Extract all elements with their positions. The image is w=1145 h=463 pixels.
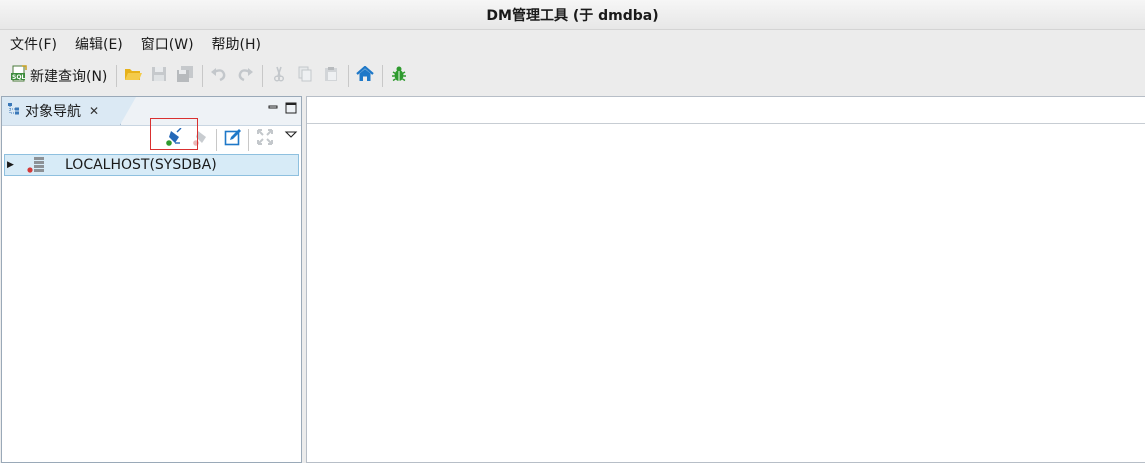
menu-bar: 文件(F) 编辑(E) 窗口(W) 帮助(H) [0,30,1145,58]
edit-icon [224,128,242,150]
menu-edit[interactable]: 编辑(E) [73,34,125,54]
redo-button[interactable] [234,64,256,88]
annotation-highlight-box [150,118,198,150]
expand-icon [256,128,274,150]
chevron-down-icon [284,128,298,146]
copy-button[interactable] [294,64,316,88]
expand-arrow-icon[interactable]: ▶ [7,160,17,170]
home-icon [356,65,375,86]
redo-icon [236,66,254,86]
paste-icon [323,66,339,86]
paste-button[interactable] [320,64,342,88]
close-icon[interactable]: ✕ [89,104,99,118]
new-query-label: 新建查询(N) [30,69,108,85]
bug-icon [390,65,408,87]
toolbar-separator [202,65,204,87]
open-folder-icon [124,66,143,86]
save-all-button[interactable] [174,64,196,88]
editor-area [306,96,1145,463]
pane-window-controls [266,101,298,119]
maximize-icon[interactable] [284,101,298,119]
cut-button[interactable] [268,64,290,88]
main-toolbar: SQL 新建查询(N) [0,60,1145,92]
toolbar-separator [116,65,118,87]
tab-label: 对象导航 [25,104,81,120]
toolbar-separator [348,65,350,87]
view-menu-button[interactable] [280,126,302,148]
minimize-icon[interactable] [266,101,280,119]
edit-button[interactable] [222,128,244,150]
home-button[interactable] [354,64,376,88]
save-icon [151,66,167,86]
menu-help[interactable]: 帮助(H) [210,34,263,54]
window-titlebar: DM管理工具 (于 dmdba) [0,0,1145,30]
open-button[interactable] [122,64,144,88]
editor-tab-header [307,97,1145,124]
tree-item-localhost[interactable]: ▶ LOCALHOST(SYSDBA) [4,154,299,176]
toolbar-separator [382,65,384,87]
toolbar-separator [216,129,217,151]
copy-icon [297,66,313,86]
toolbar-separator [262,65,264,87]
new-query-button[interactable]: SQL 新建查询(N) [0,64,110,88]
menu-window[interactable]: 窗口(W) [139,34,196,54]
save-button[interactable] [148,64,170,88]
menu-file[interactable]: 文件(F) [8,34,59,54]
tree-item-label: LOCALHOST(SYSDBA) [65,157,217,173]
navigator-tree-icon [7,102,21,120]
undo-icon [210,66,228,86]
undo-button[interactable] [208,64,230,88]
toolbar-separator [248,129,249,151]
tab-object-navigator[interactable]: 对象导航 ✕ [2,97,136,125]
database-server-icon [26,156,46,174]
svg-text:SQL: SQL [12,74,25,81]
cut-icon [271,66,287,86]
object-navigator-panel: 对象导航 ✕ ▶ LOCALHOST(SYSDBA) [1,96,302,463]
debug-button[interactable] [388,64,410,88]
sql-file-icon: SQL [10,65,28,87]
save-all-icon [176,65,194,87]
expand-button[interactable] [254,128,276,150]
window-title: DM管理工具 (于 dmdba) [486,7,659,24]
